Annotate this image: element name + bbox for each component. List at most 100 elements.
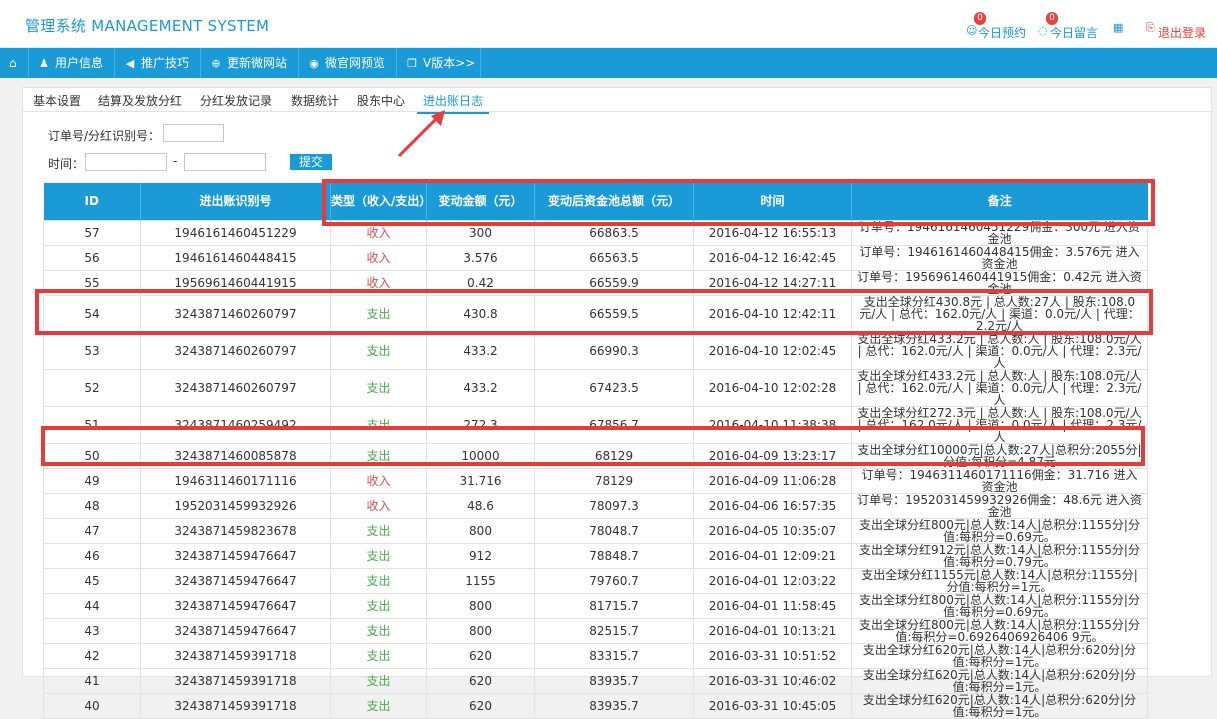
cell-txn-id: 3243871460085878	[140, 442, 331, 469]
table-header-row: ID 进出账识别号 类型（收入/支出） 变动金额（元） 变动后资金池总额（元） …	[43, 183, 1148, 220]
cell-amount: 1155	[426, 567, 535, 594]
cell-time: 2016-04-01 12:03:22	[693, 567, 852, 594]
top-header: 管理系统 MANAGEMENT SYSTEM ☺ 0 今日预约 ◌ 0 今日留言…	[0, 0, 1217, 48]
cell-id: 52	[43, 368, 141, 407]
eye-icon: ◉	[309, 57, 319, 70]
cell-note: 支出全球分红433.2元 | 总人数:人 | 股东:108.0元/人 | 总代：…	[851, 331, 1148, 370]
cell-txn-id: 1956961460441915	[140, 269, 331, 296]
cell-id: 57	[43, 219, 141, 246]
end-date-input[interactable]	[184, 153, 266, 171]
cell-pool-total: 67856.7	[534, 405, 694, 444]
start-date-input[interactable]	[85, 153, 167, 171]
cell-amount: 10000	[426, 442, 535, 469]
cell-type: 支出	[330, 542, 427, 569]
cell-id: 55	[43, 269, 141, 296]
cell-amount: 912	[426, 542, 535, 569]
cell-txn-id: 3243871460260797	[140, 331, 331, 370]
cell-pool-total: 66559.5	[534, 294, 694, 333]
tab-settlement[interactable]: 结算及发放分红	[98, 92, 182, 109]
cell-note: 支出全球分红1155元|总人数:14人|总积分:1155分|分值:每积分=1元。	[851, 567, 1148, 594]
cell-time: 2016-04-01 10:13:21	[693, 617, 852, 644]
cell-note: 支出全球分红620元|总人数:14人|总积分:620分|分值:每积分=1元。	[851, 667, 1148, 694]
cell-note: 支出全球分红620元|总人数:14人|总积分:620分|分值:每积分=1元。	[851, 642, 1148, 669]
nav-home[interactable]: ⌂	[0, 48, 29, 78]
cell-note: 支出全球分红430.8元 | 总人数:27人 | 股东:108.0元/人 | 总…	[851, 294, 1148, 333]
table-row: 40 3243871459391718 支出 620 83935.7 2016-03-31…	[43, 692, 1148, 719]
table-row: 54 3243871460260797 支出 430.8 66559.5 2016-04-…	[43, 294, 1148, 333]
cell-amount: 300	[426, 219, 535, 246]
logout-button[interactable]: ⎘ 退出登录	[1146, 21, 1206, 41]
time-label: 时间：	[48, 157, 85, 171]
nav-update-site[interactable]: ⊕ 更新微网站	[201, 48, 299, 78]
cell-pool-total: 81715.7	[534, 592, 694, 619]
table-row: 47 3243871459823678 支出 800 78048.7 2016-04-05…	[43, 517, 1148, 544]
cell-amount: 31.716	[426, 467, 535, 494]
cell-amount: 3.576	[426, 244, 535, 271]
table-row: 57 1946161460451229 收入 300 66863.5 2016-04-12…	[43, 219, 1148, 246]
cell-type: 支出	[330, 617, 427, 644]
cell-txn-id: 3243871460260797	[140, 368, 331, 407]
cell-txn-id: 3243871459391718	[140, 642, 331, 669]
cell-id: 50	[43, 442, 141, 469]
cell-txn-id: 3243871459823678	[140, 517, 331, 544]
cell-pool-total: 78848.7	[534, 542, 694, 569]
cell-pool-total: 79760.7	[534, 567, 694, 594]
cell-type: 收入	[330, 244, 427, 271]
cell-time: 2016-04-01 12:09:21	[693, 542, 852, 569]
table-row: 46 3243871459476647 支出 912 78848.7 2016-04-01…	[43, 542, 1148, 569]
table-row: 50 3243871460085878 支出 10000 68129 2016-04-09…	[43, 442, 1148, 469]
tab-statistics[interactable]: 数据统计	[291, 92, 339, 109]
table-row: 48 1952031459932926 收入 48.6 78097.3 2016-04-0…	[43, 492, 1148, 519]
cell-pool-total: 78097.3	[534, 492, 694, 519]
cell-note: 支出全球分红620元|总人数:14人|总积分:620分|分值:每积分=1元。	[851, 692, 1148, 719]
qrcode-icon: ▦	[1113, 21, 1124, 34]
annotation-arrow-icon	[397, 110, 445, 158]
cell-txn-id: 3243871460259492	[140, 405, 331, 444]
cell-note: 订单号：1946161460451229佣金：300元 进入资金池	[851, 219, 1148, 246]
cell-time: 2016-04-09 11:06:28	[693, 467, 852, 494]
cell-time: 2016-03-31 10:46:02	[693, 667, 852, 694]
main-nav: ⌂ ♟ 用户信息 ◀ 推广技巧 ⊕ 更新微网站 ◉ 微官网预览 ❐ V版本>>	[0, 48, 1217, 78]
cell-amount: 433.2	[426, 368, 535, 407]
cell-pool-total: 66563.5	[534, 244, 694, 271]
cell-amount: 620	[426, 667, 535, 694]
nav-version[interactable]: ❐ V版本>>	[397, 48, 481, 78]
date-separator: -	[173, 154, 178, 168]
cell-note: 支出全球分红433.2元 | 总人数:人 | 股东:108.0元/人 | 总代：…	[851, 368, 1148, 407]
cell-note: 订单号：1952031459932926佣金：48.6元 进入资金池	[851, 492, 1148, 519]
submit-button[interactable]: 提交	[290, 154, 332, 170]
table-row: 49 1946311460171116 收入 31.716 78129 2016-04-0…	[43, 467, 1148, 494]
today-messages-button[interactable]: ◌ 0 今日留言	[1038, 12, 1098, 41]
cell-type: 支出	[330, 517, 427, 544]
cell-time: 2016-03-31 10:45:05	[693, 692, 852, 719]
cell-amount: 0.42	[426, 269, 535, 296]
cell-time: 2016-04-10 11:38:38	[693, 405, 852, 444]
cell-id: 49	[43, 467, 141, 494]
cell-txn-id: 1946311460171116	[140, 467, 331, 494]
cell-type: 支出	[330, 368, 427, 407]
col-txn-id: 进出账识别号	[140, 183, 331, 220]
qrcode-button[interactable]: ▦	[1113, 20, 1123, 34]
cell-pool-total: 67423.5	[534, 368, 694, 407]
cell-amount: 620	[426, 692, 535, 719]
nav-user-info[interactable]: ♟ 用户信息	[29, 48, 115, 78]
today-appointments-button[interactable]: ☺ 0 今日预约	[966, 12, 1026, 41]
cell-txn-id: 3243871459391718	[140, 692, 331, 719]
cell-txn-id: 3243871459391718	[140, 667, 331, 694]
cell-note: 支出全球分红10000元|总人数:27人|总积分:2055分|分值:每积分=4.…	[851, 442, 1148, 469]
cell-time: 2016-04-01 11:58:45	[693, 592, 852, 619]
cell-pool-total: 78048.7	[534, 517, 694, 544]
cell-id: 43	[43, 617, 141, 644]
tab-basic-settings[interactable]: 基本设置	[33, 92, 81, 109]
col-note: 备注	[851, 183, 1148, 220]
cell-type: 收入	[330, 219, 427, 246]
tab-shareholder-center[interactable]: 股东中心	[357, 92, 405, 109]
tab-bar: 基本设置 结算及发放分红 分红发放记录 数据统计 股东中心 进出账日志	[23, 88, 1213, 114]
tab-dividend-records[interactable]: 分红发放记录	[200, 92, 272, 109]
nav-promo-tips[interactable]: ◀ 推广技巧	[115, 48, 201, 78]
nav-site-preview[interactable]: ◉ 微官网预览	[299, 48, 397, 78]
col-type: 类型（收入/支出）	[330, 183, 431, 220]
cell-id: 45	[43, 567, 141, 594]
cell-time: 2016-04-10 12:42:11	[693, 294, 852, 333]
order-number-input[interactable]	[163, 124, 224, 142]
